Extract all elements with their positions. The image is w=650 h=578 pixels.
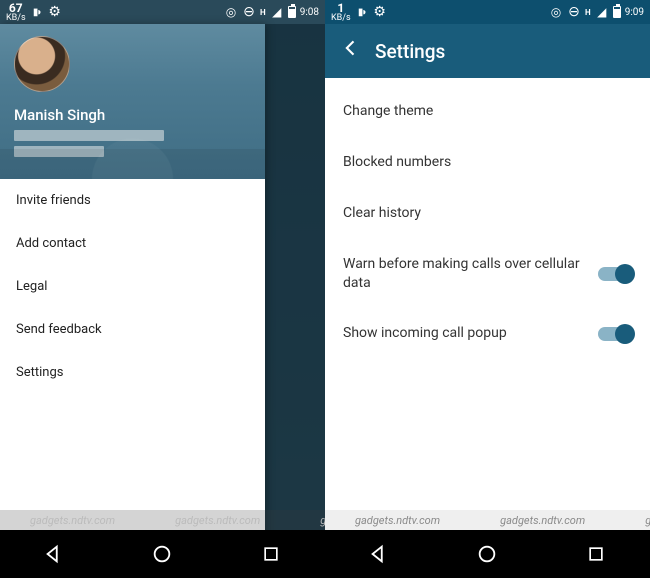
screen-settings: 1 KB/s H 9:09 Settings C <box>325 0 650 578</box>
system-nav-bar <box>325 530 650 578</box>
setting-label: Show incoming call popup <box>343 324 598 343</box>
dnd-icon <box>567 5 581 19</box>
avatar[interactable] <box>14 36 70 92</box>
status-bar: 67 KB/s H 9:08 <box>0 0 325 24</box>
network-speed: 1 KB/s <box>331 2 351 23</box>
header-background-art <box>0 99 265 179</box>
setting-incoming-popup[interactable]: Show incoming call popup <box>325 308 650 359</box>
back-button[interactable] <box>339 32 375 70</box>
dnd-icon <box>242 5 256 19</box>
nav-back-button[interactable] <box>368 543 390 565</box>
nav-home-button[interactable] <box>151 543 173 565</box>
nav-recent-button[interactable] <box>260 543 282 565</box>
clock: 9:08 <box>300 7 319 18</box>
gear-icon <box>373 5 387 19</box>
cast-icon <box>549 5 563 19</box>
setting-label: Change theme <box>343 102 632 121</box>
nav-back-button[interactable] <box>43 543 65 565</box>
setting-label: Clear history <box>343 204 632 223</box>
drawer-item-legal[interactable]: Legal <box>0 265 265 308</box>
drawer-item-add-contact[interactable]: Add contact <box>0 222 265 265</box>
toggle-switch[interactable] <box>598 267 632 281</box>
network-speed: 67 KB/s <box>6 2 26 23</box>
nav-home-button[interactable] <box>476 543 498 565</box>
toggle-switch[interactable] <box>598 327 632 341</box>
cast-icon <box>224 5 238 19</box>
drawer-item-settings[interactable]: Settings <box>0 351 265 394</box>
drawer-list: Invite friends Add contact Legal Send fe… <box>0 179 265 578</box>
screen-drawer: 67 KB/s H 9:08 Manish Singh <box>0 0 325 578</box>
setting-label: Blocked numbers <box>343 153 632 172</box>
setting-warn-cellular[interactable]: Warn before making calls over cellular d… <box>325 239 650 309</box>
settings-list: Change theme Blocked numbers Clear histo… <box>325 78 650 578</box>
network-type: H <box>585 8 591 17</box>
app-bar: Settings <box>325 24 650 78</box>
signal-icon <box>270 5 284 19</box>
nav-recent-button[interactable] <box>585 543 607 565</box>
drawer-item-send-feedback[interactable]: Send feedback <box>0 308 265 351</box>
setting-blocked-numbers[interactable]: Blocked numbers <box>325 137 650 188</box>
drawer-item-invite-friends[interactable]: Invite friends <box>0 179 265 222</box>
data-icon <box>30 5 44 19</box>
page-title: Settings <box>375 40 445 63</box>
setting-clear-history[interactable]: Clear history <box>325 188 650 239</box>
signal-icon <box>595 5 609 19</box>
clock: 9:09 <box>625 7 644 18</box>
network-type: H <box>260 8 266 17</box>
drawer-header[interactable]: Manish Singh <box>0 24 265 179</box>
battery-icon <box>288 6 296 18</box>
setting-label: Warn before making calls over cellular d… <box>343 255 598 293</box>
navigation-drawer: Manish Singh Invite friends Add contact … <box>0 24 265 578</box>
gear-icon <box>48 5 62 19</box>
data-icon <box>355 5 369 19</box>
status-bar: 1 KB/s H 9:09 <box>325 0 650 24</box>
setting-change-theme[interactable]: Change theme <box>325 86 650 137</box>
battery-icon <box>613 6 621 18</box>
system-nav-bar <box>0 530 325 578</box>
